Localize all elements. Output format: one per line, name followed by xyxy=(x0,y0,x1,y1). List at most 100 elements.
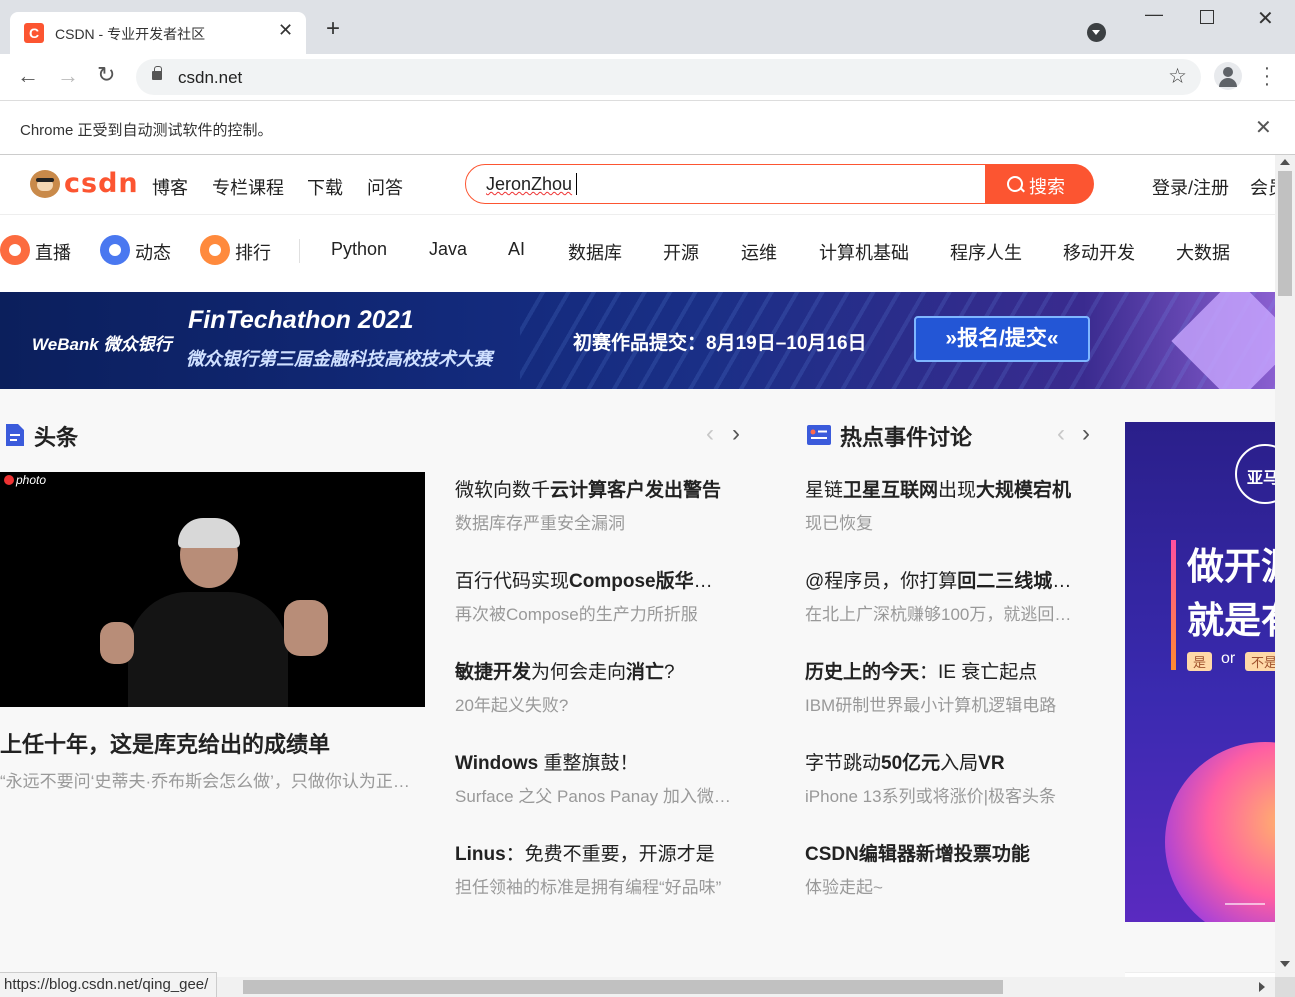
csdn-logo[interactable]: CSDN xyxy=(30,168,138,201)
login-register-link[interactable]: 登录/注册 xyxy=(1152,174,1229,200)
address-url[interactable]: csdn.net xyxy=(178,68,242,88)
headlines-next-icon[interactable]: › xyxy=(732,420,740,448)
hot-item-subtitle[interactable]: IBM研制世界最小计算机逻辑电路 xyxy=(805,691,1095,716)
title-part: 吗 xyxy=(1071,571,1087,592)
headline-item-title[interactable]: 敏捷开发为何会走向消亡? xyxy=(455,657,745,684)
photo-person-hair xyxy=(178,518,240,548)
hot-item-title[interactable]: 历史上的今天：IE 衰亡起点 xyxy=(805,657,1095,684)
hot-item-subtitle[interactable]: 体验走起~ xyxy=(805,873,1095,898)
headlines-prev-icon[interactable]: ‹ xyxy=(706,420,714,448)
tag-java[interactable]: Java xyxy=(429,239,467,260)
scrollbar-corner xyxy=(1275,977,1295,997)
fintechathon-banner[interactable]: WeBank 微众银行 FinTechathon 2021 微众银行第三届金融科… xyxy=(0,292,1275,389)
title-bold-part: 回二三线城市 xyxy=(957,571,1072,592)
search-value[interactable]: JeronZhou xyxy=(486,174,572,195)
hot-next-icon[interactable]: › xyxy=(1082,420,1090,448)
tag-mobile-dev[interactable]: 移动开发 xyxy=(1063,239,1135,265)
ad-badge: 亚马 xyxy=(1235,444,1275,504)
hot-item-title[interactable]: 字节跳动50亿元入局VR xyxy=(805,748,1095,775)
browser-menu-icon[interactable]: · · · xyxy=(1260,58,1274,94)
ad-carousel-indicator[interactable] xyxy=(1225,903,1265,905)
headline-item-subtitle[interactable]: 再次被Compose的生产力所折服 xyxy=(455,600,745,625)
hot-item-title[interactable]: 星链卫星互联网出现大规模宕机 xyxy=(805,475,1095,502)
headline-item-subtitle[interactable]: 数据库存严重安全漏洞 xyxy=(455,509,745,534)
main-headline-subtitle[interactable]: “永远不要问‘史蒂夫·乔布斯会怎么做’，只做你认为正确的事” xyxy=(0,767,425,792)
minimize-window-icon[interactable]: — xyxy=(1145,4,1163,25)
tab-title: CSDN - 专业开发者社区 xyxy=(55,26,206,42)
title-bold-part: 50亿元 xyxy=(881,753,941,774)
hot-item-subtitle[interactable]: iPhone 13系列或将涨价|极客头条 xyxy=(805,782,1095,807)
hot-prev-icon[interactable]: ‹ xyxy=(1057,420,1065,448)
tag-ai[interactable]: AI xyxy=(508,239,525,260)
scroll-down-arrow-icon[interactable] xyxy=(1280,961,1290,967)
banner-subtitle: 微众银行第三届金融科技高校技术大赛 xyxy=(186,349,492,369)
scroll-right-arrow-icon[interactable] xyxy=(1259,982,1265,992)
headline-item-title[interactable]: 微软向数千云计算客户发出警告 xyxy=(455,475,745,502)
new-tab-plus-icon[interactable]: + xyxy=(326,17,340,41)
title-bold-part: 敏捷开发 xyxy=(455,662,532,683)
banner-register-button[interactable]: »报名/提交« xyxy=(914,316,1090,362)
close-window-icon[interactable]: ✕ xyxy=(1257,6,1274,31)
horizontal-scroll-thumb[interactable] xyxy=(243,980,1003,994)
title-part: ：免费不重要，开源才是 xyxy=(505,844,715,865)
category-bar: 直播 动态 排行 Python Java AI 数据库 开源 运维 计算机基础 … xyxy=(0,214,1275,292)
title-bold-part: 大规模宕机 xyxy=(976,480,1072,501)
member-link[interactable]: 会员 xyxy=(1250,174,1275,200)
category-ranking[interactable]: 排行 xyxy=(235,239,271,265)
headline-item-title[interactable]: 百行代码实现Compose版华容道 xyxy=(455,566,730,593)
tag-ops[interactable]: 运维 xyxy=(741,239,777,265)
category-activity[interactable]: 动态 xyxy=(135,239,171,265)
back-arrow-icon[interactable]: ← xyxy=(17,63,39,89)
site-header: CSDN 博客 专栏课程 下载 问答 JeronZhou 搜索 登录/注册 会员 xyxy=(0,155,1275,214)
search-button-label: 搜索 xyxy=(1029,177,1065,197)
title-bold-part: Windows xyxy=(455,753,539,774)
tab-close-icon[interactable]: ✕ xyxy=(278,20,293,41)
hot-item-title[interactable]: CSDN编辑器新增投票功能 xyxy=(805,839,1095,866)
profile-avatar-icon[interactable] xyxy=(1214,62,1242,90)
ranking-icon[interactable] xyxy=(200,235,230,265)
tag-python[interactable]: Python xyxy=(331,239,387,260)
address-bar[interactable]: csdn.net ☆ xyxy=(136,59,1201,95)
tag-database[interactable]: 数据库 xyxy=(568,239,622,265)
nav-qa[interactable]: 问答 xyxy=(367,174,403,200)
browser-tab[interactable]: C CSDN - 专业开发者社区 ✕ xyxy=(10,12,306,54)
tag-big-data[interactable]: 大数据 xyxy=(1176,239,1230,265)
nav-download[interactable]: 下载 xyxy=(307,174,343,200)
vertical-scrollbar[interactable] xyxy=(1275,155,1295,977)
tag-cs-basics[interactable]: 计算机基础 xyxy=(819,239,909,265)
headline-item-subtitle[interactable]: Surface 之父 Panos Panay 加入微软管理层 xyxy=(455,782,740,807)
headline-item-subtitle[interactable]: 担任领袖的标准是拥有编程“好品味” xyxy=(455,873,745,898)
ad-badge-text: 亚马 xyxy=(1247,470,1275,487)
maximize-window-icon[interactable] xyxy=(1200,10,1214,24)
ad-yes-tag: 是 xyxy=(1187,652,1213,671)
tag-open-source[interactable]: 开源 xyxy=(663,239,699,265)
headline-photo[interactable]: photo xyxy=(0,472,425,707)
forward-arrow-icon[interactable]: → xyxy=(57,63,79,89)
vertical-scroll-thumb[interactable] xyxy=(1278,171,1292,296)
sidebar-advertisement[interactable]: 亚马 做开源 就是有 是 or 不是 xyxy=(1125,422,1275,922)
hot-item-subtitle[interactable]: 在北上广深杭赚够100万，就逃回二三线 xyxy=(805,600,1082,625)
tab-search-icon[interactable] xyxy=(1087,23,1106,42)
nav-courses[interactable]: 专栏课程 xyxy=(212,174,284,200)
headline-item-subtitle[interactable]: 20年起义失败? xyxy=(455,691,745,716)
category-live[interactable]: 直播 xyxy=(35,239,71,265)
activity-icon[interactable] xyxy=(100,235,130,265)
photo-person-hand xyxy=(100,622,134,664)
headline-item-title[interactable]: Windows 重整旗鼓！ xyxy=(455,748,745,775)
infobar-close-icon[interactable]: ✕ xyxy=(1255,115,1272,140)
search-button[interactable]: 搜索 xyxy=(985,164,1094,204)
live-icon[interactable] xyxy=(0,235,30,265)
bookmark-star-icon[interactable]: ☆ xyxy=(1168,64,1187,89)
main-headline-title[interactable]: 上任十年，这是库克给出的成绩单 xyxy=(0,727,330,759)
nav-blog[interactable]: 博客 xyxy=(152,174,188,200)
automation-infobar: Chrome 正受到自动测试软件的控制。 ✕ xyxy=(0,100,1295,155)
tag-programmer-life[interactable]: 程序人生 xyxy=(950,239,1022,265)
search-input[interactable]: JeronZhou 搜索 xyxy=(465,164,1094,204)
hot-item-subtitle[interactable]: 现已恢复 xyxy=(805,509,1095,534)
hot-item-title[interactable]: @程序员，你打算回二三线城市吗 xyxy=(805,566,1087,593)
lock-icon[interactable] xyxy=(152,66,162,80)
headline-item-title[interactable]: Linus：免费不重要，开源才是 xyxy=(455,839,745,866)
title-part: 星链 xyxy=(805,480,844,501)
reload-icon[interactable]: ↻ xyxy=(97,62,115,88)
scroll-up-arrow-icon[interactable] xyxy=(1280,159,1290,165)
